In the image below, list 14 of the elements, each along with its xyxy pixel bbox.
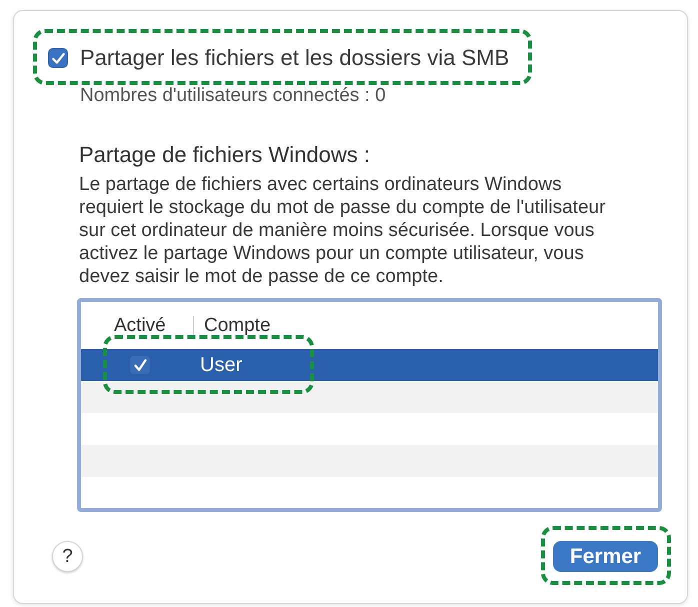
- connected-users-text: Nombres d'utilisateurs connectés : 0: [80, 85, 386, 107]
- checkmark-icon: [52, 52, 64, 64]
- column-header[interactable]: Compte: [204, 314, 271, 336]
- account-name: User: [200, 354, 242, 376]
- table-row[interactable]: User: [81, 349, 658, 381]
- close-button[interactable]: Fermer: [553, 541, 658, 572]
- help-button[interactable]: ?: [52, 541, 83, 572]
- enabled-checkbox[interactable]: [130, 356, 150, 374]
- checkmark-icon: [134, 359, 146, 371]
- checkbox-label[interactable]: Partager les fichiers et les dossiers via SMB: [80, 45, 510, 71]
- description-text: Le partage de fichiers avec certains ordinateurs Windows requiert le stockage du mot de passe du compte de l'utilisateur sur cet ordinateur de manière moins sécurisée. Lorsque vous activez le partage Windows pour un compte utilisateur, vous devez saisir le mot de passe de ce compte.: [79, 173, 606, 288]
- checkbox[interactable]: [48, 48, 68, 68]
- column-header[interactable]: Activé: [114, 314, 166, 336]
- section-title: Partage de fichiers Windows :: [79, 142, 370, 168]
